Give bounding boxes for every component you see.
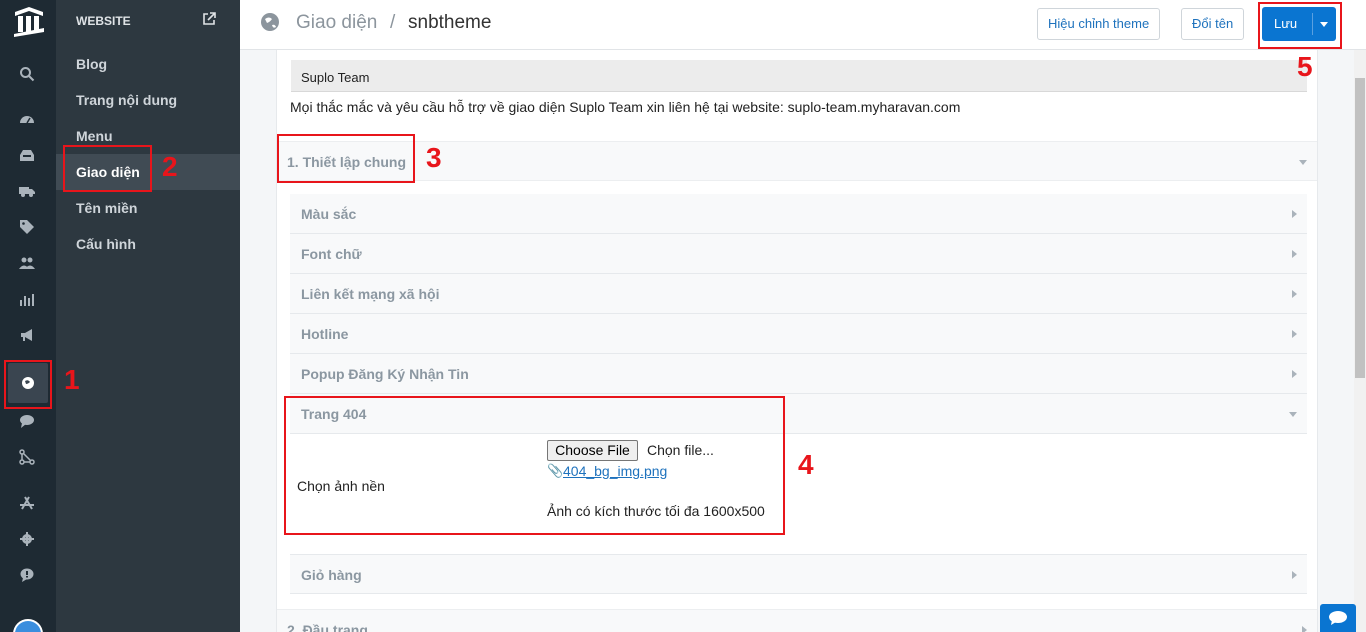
- settings-gear-icon[interactable]: [16, 528, 38, 550]
- annotation-box-5: [1258, 2, 1342, 49]
- user-avatar[interactable]: [13, 619, 43, 632]
- integration-icon[interactable]: [16, 446, 38, 468]
- chat-bubble-icon[interactable]: [16, 410, 38, 432]
- annotation-number-3: 3: [426, 142, 442, 173]
- annotation-box-4: [284, 396, 785, 535]
- help-icon[interactable]: [16, 564, 38, 586]
- setting-row-social-links[interactable]: Liên kết mạng xã hội: [290, 274, 1307, 314]
- annotation-number-5: 5: [1297, 51, 1313, 82]
- row-label: Liên kết mạng xã hội: [301, 286, 440, 302]
- section-header[interactable]: 2. Đầu trang: [277, 609, 1317, 632]
- bar-chart-icon[interactable]: [16, 288, 38, 310]
- chat-widget-button[interactable]: [1320, 604, 1356, 632]
- support-text: Mọi thắc mắc và yêu cầu hỗ trợ về giao d…: [290, 99, 961, 115]
- chat-icon: [1329, 611, 1347, 625]
- megaphone-icon[interactable]: [16, 324, 38, 346]
- breadcrumb-parent[interactable]: Giao diện: [296, 12, 377, 34]
- dashboard-icon[interactable]: [16, 108, 38, 130]
- inbox-icon[interactable]: [16, 144, 38, 166]
- chevron-down-icon: [1299, 160, 1307, 165]
- setting-row-cart[interactable]: Giỏ hàng: [290, 554, 1307, 594]
- theme-settings-panel: Suplo Team Mọi thắc mắc và yêu cầu hỗ tr…: [276, 50, 1318, 632]
- row-label: Màu sắc: [301, 206, 357, 222]
- annotation-box-2: [63, 145, 152, 192]
- chevron-right-icon: [1292, 330, 1297, 338]
- row-label: Giỏ hàng: [301, 567, 362, 583]
- edit-theme-button[interactable]: Hiệu chỉnh theme: [1037, 8, 1161, 40]
- haravan-logo-icon[interactable]: [12, 6, 46, 38]
- rename-button[interactable]: Đổi tên: [1181, 8, 1245, 40]
- website-subnav: WEBSITE Blog Trang nội dung Menu Giao di…: [56, 0, 240, 632]
- truck-icon[interactable]: [16, 180, 38, 202]
- theme-author-title: Suplo Team: [291, 60, 1307, 92]
- top-bar: Giao diện / snbtheme Hiệu chỉnh theme Đổ…: [240, 0, 1366, 50]
- search-icon[interactable]: [16, 63, 38, 85]
- row-label: Font chữ: [301, 246, 362, 262]
- globe-icon: [260, 12, 280, 32]
- subnav-item-domains[interactable]: Tên miền: [56, 190, 240, 226]
- setting-row-newsletter-popup[interactable]: Popup Đăng Ký Nhận Tin: [290, 354, 1307, 394]
- setting-row-hotline[interactable]: Hotline: [290, 314, 1307, 354]
- annotation-box-3: [277, 134, 415, 183]
- chevron-right-icon: [1292, 210, 1297, 218]
- setting-row-colors[interactable]: Màu sắc: [290, 194, 1307, 234]
- scrollbar[interactable]: [1354, 50, 1366, 632]
- icon-rail: [0, 0, 56, 632]
- subnav-item-settings[interactable]: Cấu hình: [56, 226, 240, 262]
- chevron-down-icon: [1289, 412, 1297, 417]
- scrollbar-thumb[interactable]: [1355, 78, 1365, 378]
- subnav-section-title: WEBSITE: [76, 14, 131, 28]
- tag-icon[interactable]: [16, 216, 38, 238]
- chevron-right-icon: [1292, 290, 1297, 298]
- annotation-box-1: [4, 360, 52, 409]
- breadcrumb-separator: /: [390, 12, 396, 33]
- row-label: Popup Đăng Ký Nhận Tin: [301, 366, 469, 382]
- app-store-icon[interactable]: [16, 492, 38, 514]
- chevron-right-icon: [1292, 250, 1297, 258]
- annotation-number-1: 1: [64, 364, 80, 395]
- external-link-icon[interactable]: [202, 12, 216, 26]
- annotation-number-2: 2: [162, 151, 178, 182]
- section-title: 2. Đầu trang: [287, 622, 368, 632]
- subnav-item-pages[interactable]: Trang nội dung: [56, 82, 240, 118]
- chevron-right-icon: [1292, 571, 1297, 579]
- annotation-number-4: 4: [798, 449, 814, 480]
- chevron-right-icon: [1292, 370, 1297, 378]
- page-title: snbtheme: [408, 12, 492, 33]
- row-label: Hotline: [301, 326, 349, 342]
- setting-row-fonts[interactable]: Font chữ: [290, 234, 1307, 274]
- chevron-right-icon: [1302, 626, 1307, 632]
- subnav-item-blog[interactable]: Blog: [56, 46, 240, 82]
- users-icon[interactable]: [16, 252, 38, 274]
